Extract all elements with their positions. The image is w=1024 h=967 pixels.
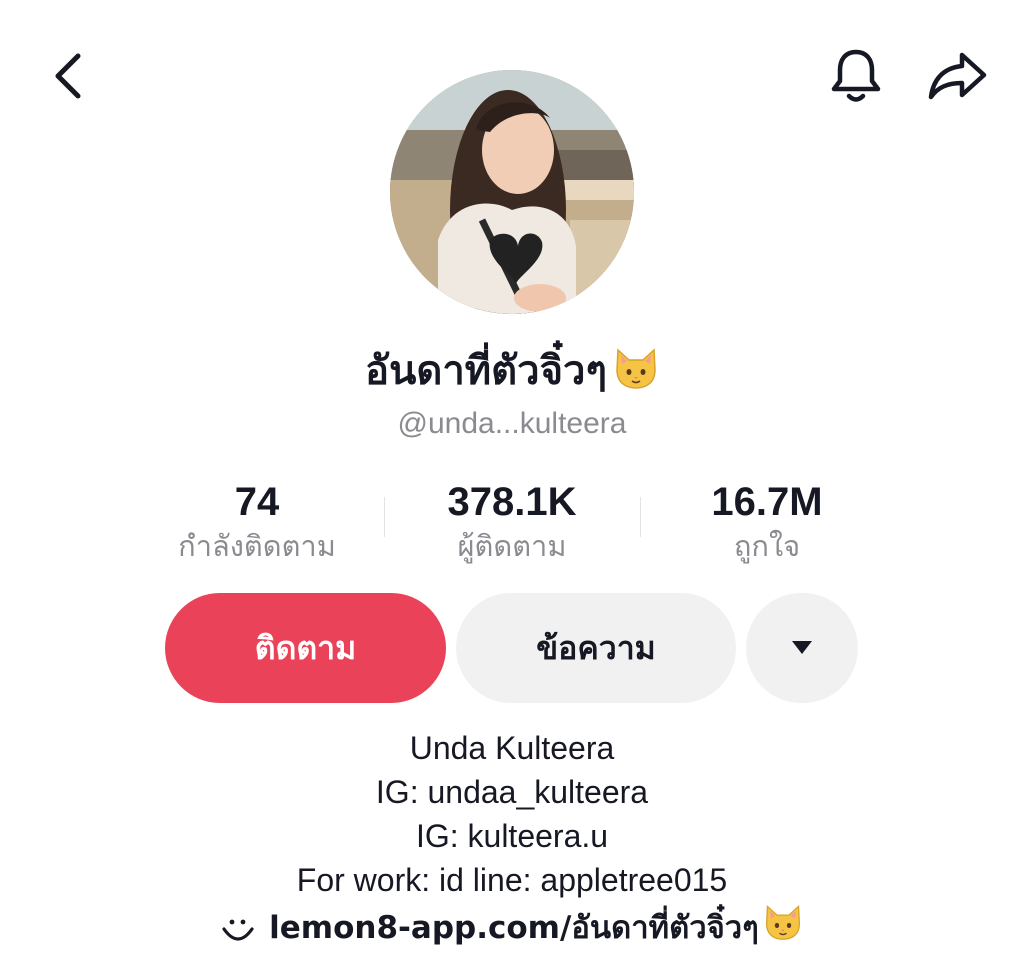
followers-count: 378.1K — [447, 480, 577, 524]
profile-bio: Unda Kulteera IG: undaa_kulteera IG: kul… — [0, 726, 1024, 953]
follow-button[interactable]: ติดตาม — [165, 593, 446, 703]
avatar-photo — [390, 70, 634, 314]
cat-face-emoji-icon — [763, 903, 803, 953]
back-button[interactable] — [40, 48, 96, 104]
lemon8-smile-icon — [221, 913, 255, 943]
profile-avatar[interactable] — [390, 70, 634, 314]
stat-likes[interactable]: 16.7M ถูกใจ — [637, 478, 897, 566]
profile-display-name: อันดาที่ตัวจิ๋วๆ — [0, 343, 1024, 405]
bio-link-text: lemon8-app.com/อันดาที่ตัวจิ๋วๆ — [269, 910, 759, 946]
cat-face-emoji-icon — [613, 346, 659, 405]
notification-bell-button[interactable] — [826, 46, 886, 106]
profile-handle: @unda...kulteera — [397, 407, 627, 440]
likes-label: ถูกใจ — [733, 529, 801, 563]
follow-button-label: ติดตาม — [254, 628, 357, 667]
more-options-button[interactable] — [746, 593, 858, 703]
bio-line: IG: kulteera.u — [415, 818, 609, 854]
followers-label: ผู้ติดตาม — [457, 529, 567, 563]
chevron-left-icon — [55, 53, 81, 99]
bio-line: IG: undaa_kulteera — [375, 774, 649, 810]
message-button[interactable]: ข้อความ — [456, 593, 736, 703]
caret-down-icon — [792, 641, 812, 654]
following-label: กำลังติดตาม — [178, 529, 336, 563]
share-button[interactable] — [924, 46, 990, 106]
bio-line: For work: id line: appletree015 — [296, 862, 728, 898]
stat-followers[interactable]: 378.1K ผู้ติดตาม — [382, 478, 642, 566]
bio-link[interactable]: lemon8-app.com/อันดาที่ตัวจิ๋วๆ — [0, 903, 1024, 953]
bell-icon — [831, 49, 881, 102]
stat-following[interactable]: 74 กำลังติดตาม — [127, 478, 387, 566]
share-arrow-icon — [928, 52, 987, 100]
following-count: 74 — [234, 480, 280, 524]
display-name-text: อันดาที่ตัวจิ๋วๆ — [365, 348, 607, 394]
likes-count: 16.7M — [711, 480, 823, 524]
bio-line: Unda Kulteera — [409, 730, 615, 766]
message-button-label: ข้อความ — [536, 628, 656, 667]
